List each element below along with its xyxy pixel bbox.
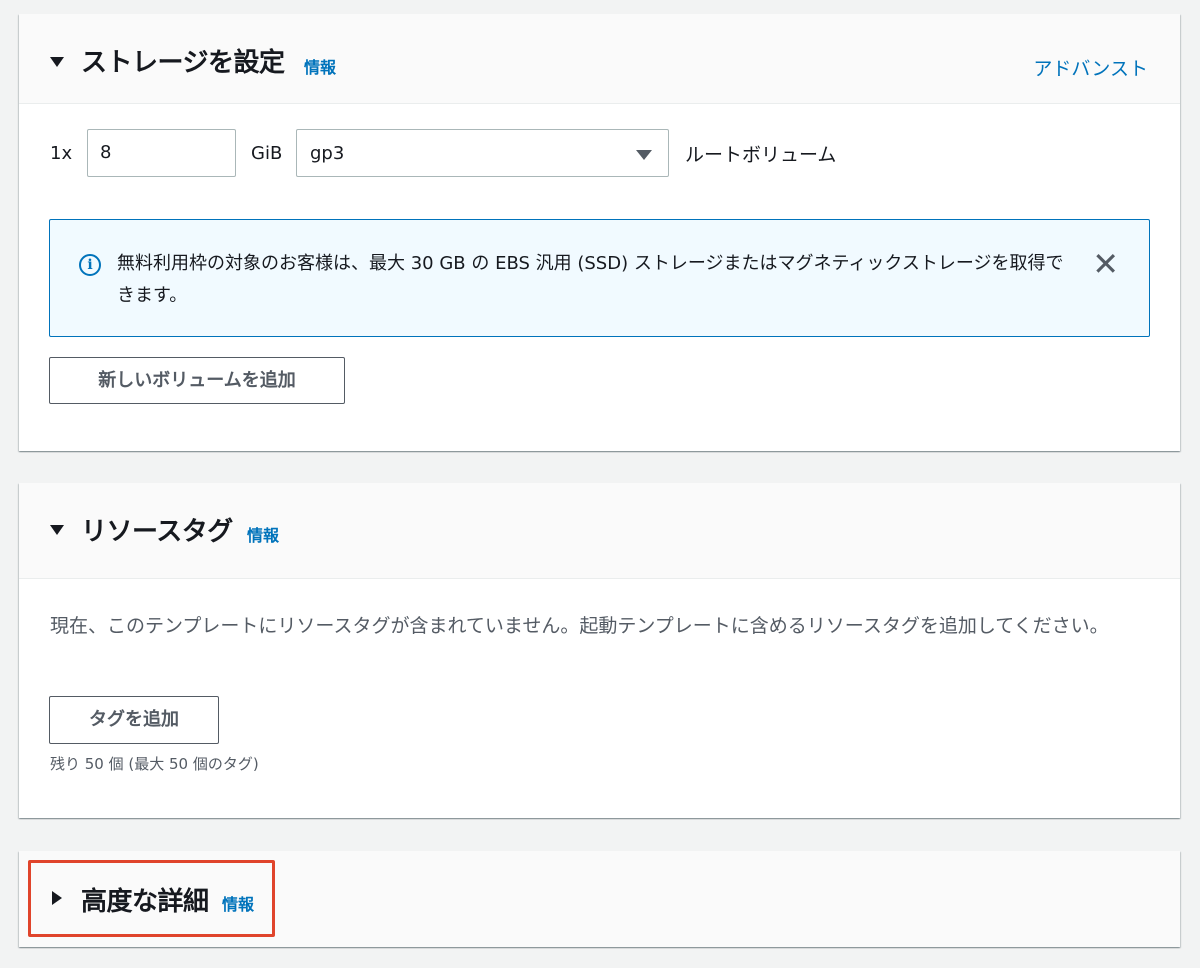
add-tag-button[interactable]: タグを追加 (49, 696, 219, 744)
caret-down-icon[interactable] (50, 57, 64, 67)
resource-tags-panel-header[interactable]: リソースタグ 情報 (19, 483, 1180, 579)
close-icon[interactable]: ✕ (1092, 244, 1119, 284)
storage-panel-header[interactable]: ストレージを設定 情報 アドバンスト (19, 14, 1180, 104)
root-volume-label: ルートボリューム (685, 144, 837, 166)
advanced-link[interactable]: アドバンスト (1033, 54, 1148, 81)
resource-tags-title: リソースタグ (81, 517, 233, 547)
alert-message: 無料利用枠の対象のお客様は、最大 30 GB の EBS 汎用 (SSD) スト… (117, 253, 1064, 306)
caret-down-icon[interactable] (50, 525, 64, 535)
info-icon: i (79, 254, 101, 276)
resource-tags-description: 現在、このテンプレートにリソースタグが含まれていません。起動テンプレートに含める… (50, 615, 1109, 637)
storage-panel: ストレージを設定 情報 アドバンスト 1x 8 GiB gp3 ルートボリューム… (19, 14, 1180, 451)
storage-info-link[interactable]: 情報 (304, 54, 336, 78)
volume-type-value: gp3 (310, 143, 345, 164)
add-volume-button[interactable]: 新しいボリュームを追加 (49, 357, 345, 404)
volume-count-label: 1x (50, 143, 73, 164)
chevron-down-icon (636, 150, 652, 160)
volume-unit-label: GiB (251, 143, 283, 164)
volume-type-select[interactable]: gp3 (296, 129, 669, 177)
tags-remaining-text: 残り 50 個 (最大 50 個のタグ) (50, 755, 259, 773)
volume-size-input[interactable]: 8 (87, 129, 236, 177)
free-tier-alert: i 無料利用枠の対象のお客様は、最大 30 GB の EBS 汎用 (SSD) … (49, 219, 1150, 337)
storage-title: ストレージを設定 (81, 48, 285, 78)
resource-tags-panel: リソースタグ 情報 現在、このテンプレートにリソースタグが含まれていません。起動… (19, 483, 1180, 818)
resource-tags-info-link[interactable]: 情報 (247, 522, 279, 546)
highlight-box (28, 860, 275, 937)
